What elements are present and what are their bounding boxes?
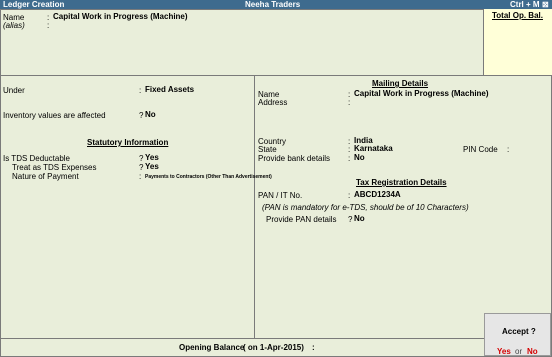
accept-dialog: Accept ? Yes or No <box>484 313 551 356</box>
pan-note: (PAN is mandatory for e-TDS, should be o… <box>262 203 469 212</box>
provide-pan-q: ? <box>348 215 353 224</box>
nature-field[interactable]: Payments to Contractors (Other Than Adve… <box>145 174 272 180</box>
opening-balance-field[interactable] <box>320 342 470 352</box>
alias-label: (alias) <box>3 21 25 30</box>
column-divider <box>254 75 255 338</box>
tds-field[interactable]: Yes <box>145 153 159 162</box>
nature-sep: : <box>139 172 142 181</box>
total-op-bal-title: Total Op. Bal. <box>492 11 543 20</box>
provide-pan-label: Provide PAN details <box>266 215 337 224</box>
bank-label: Provide bank details <box>258 154 331 163</box>
tds-label: Is TDS Deductable <box>3 154 70 163</box>
provide-pan-field[interactable]: No <box>354 214 365 223</box>
address-field[interactable] <box>354 98 474 107</box>
state-sep: : <box>348 145 351 154</box>
name-field[interactable]: Capital Work in Progress (Machine) <box>53 12 188 21</box>
address-sep: : <box>348 98 351 107</box>
opening-balance-panel: Total Op. Bal. <box>483 9 552 76</box>
accept-title: Accept ? <box>502 327 536 336</box>
mailing-heading: Mailing Details <box>372 79 429 88</box>
accept-or-label: or <box>515 347 523 356</box>
accept-no-button[interactable]: No <box>527 347 538 356</box>
inventory-field[interactable]: No <box>145 110 156 119</box>
inventory-label: Inventory values are affected <box>3 111 106 120</box>
pan-field[interactable]: ABCD1234A <box>354 190 401 199</box>
opening-balance-sep: : <box>312 343 315 352</box>
under-field[interactable]: Fixed Assets <box>145 85 194 94</box>
alias-sep: : <box>47 21 50 30</box>
nature-label: Nature of Payment <box>12 172 79 181</box>
tax-heading: Tax Registration Details <box>356 178 447 187</box>
treat-label: Treat as TDS Expenses <box>12 163 97 172</box>
main-frame <box>0 9 552 357</box>
shortcut-label: Ctrl + M <box>510 0 540 9</box>
address-label: Address <box>258 98 288 107</box>
bank-sep: : <box>348 154 351 163</box>
accept-yes-button[interactable]: Yes <box>497 347 511 356</box>
tds-q: ? <box>139 154 144 163</box>
opening-balance-label: Opening Balance <box>179 343 245 352</box>
pan-sep: : <box>348 191 351 200</box>
pan-label: PAN / IT No. <box>258 191 303 200</box>
screen-title: Ledger Creation <box>3 0 65 9</box>
statutory-heading: Statutory Information <box>87 138 169 147</box>
treat-field[interactable]: Yes <box>145 162 159 171</box>
inventory-q: ? <box>139 111 144 120</box>
footer-divider <box>0 338 484 339</box>
pin-sep: : <box>507 145 510 154</box>
company-name: Neeha Traders <box>245 0 301 9</box>
pin-label: PIN Code <box>463 145 498 154</box>
mailing-name-field[interactable]: Capital Work in Progress (Machine) <box>354 89 489 98</box>
under-sep: : <box>139 86 142 95</box>
opening-balance-date: ( on 1-Apr-2015) <box>243 343 304 352</box>
treat-q: ? <box>139 163 144 172</box>
header-divider <box>0 75 552 76</box>
state-label: State <box>258 145 277 154</box>
close-icon[interactable]: ⊠ <box>542 0 549 9</box>
title-bar: Ledger Creation Neeha Traders Ctrl + M ⊠ <box>0 0 552 9</box>
bank-field[interactable]: No <box>354 153 365 162</box>
pin-field[interactable] <box>513 145 547 154</box>
under-label: Under <box>3 86 25 95</box>
state-field[interactable]: Karnataka <box>354 144 393 153</box>
